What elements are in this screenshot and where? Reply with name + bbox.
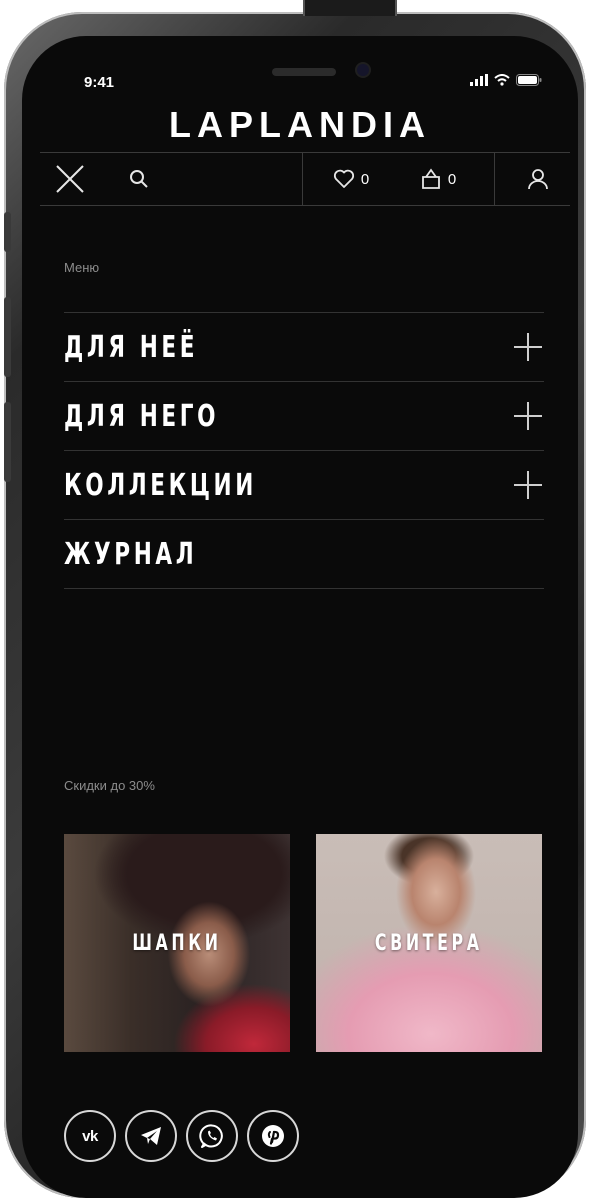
search-icon	[130, 170, 148, 188]
mute-switch	[4, 212, 11, 252]
screen: 9:41 LAPLANDIA 0 0 Меню ДЛЯ НЕЁ ДЛЯ НЕГО…	[22, 36, 578, 1198]
promo-card-title: СВИТЕРА	[375, 930, 483, 956]
menu-item-label: КОЛЛЕКЦИИ	[64, 467, 257, 503]
volume-up-button	[4, 297, 11, 377]
status-icons	[470, 74, 542, 86]
menu-list: ДЛЯ НЕЁ ДЛЯ НЕГО КОЛЛЕКЦИИ ЖУРНАЛ	[64, 312, 544, 589]
telegram-icon	[141, 1127, 161, 1145]
nav-divider	[302, 153, 303, 205]
pinterest-link[interactable]	[247, 1110, 299, 1162]
front-camera	[357, 64, 369, 76]
close-icon	[56, 165, 84, 193]
menu-item-label: ДЛЯ НЕЁ	[64, 329, 199, 365]
vk-link[interactable]: vk	[64, 1110, 116, 1162]
promo-card-hats[interactable]: ШАПКИ	[64, 834, 290, 1052]
nav-divider	[494, 153, 495, 205]
promo-card-title: ШАПКИ	[132, 930, 222, 956]
status-time: 9:41	[84, 74, 115, 91]
bag-icon	[421, 168, 440, 189]
battery-icon	[516, 74, 542, 86]
menu-item-label: ЖУРНАЛ	[64, 536, 198, 572]
favorites-button[interactable]: 0	[316, 153, 386, 205]
cart-count: 0	[447, 170, 457, 188]
header-toolbar: 0 0	[40, 152, 570, 206]
signal-icon	[470, 74, 488, 86]
close-menu-button[interactable]	[44, 153, 96, 205]
social-links: vk	[64, 1110, 299, 1162]
menu-item-journal[interactable]: ЖУРНАЛ	[64, 520, 544, 589]
phone-frame: 9:41 LAPLANDIA 0 0 Меню ДЛЯ НЕЁ ДЛЯ НЕГО…	[4, 12, 586, 1198]
cart-button[interactable]: 0	[400, 153, 476, 205]
plus-icon[interactable]	[514, 402, 542, 430]
wifi-icon	[494, 74, 510, 86]
menu-item-collections[interactable]: КОЛЛЕКЦИИ	[64, 451, 544, 520]
telegram-link[interactable]	[125, 1110, 177, 1162]
vk-icon: vk	[82, 1127, 98, 1145]
whatsapp-link[interactable]	[186, 1110, 238, 1162]
menu-label: Меню	[64, 260, 100, 275]
search-button[interactable]	[118, 153, 160, 205]
menu-item-label: ДЛЯ НЕГО	[64, 398, 220, 434]
favorites-count: 0	[360, 170, 370, 188]
pinterest-icon	[262, 1125, 284, 1147]
heart-icon	[333, 169, 354, 188]
plus-icon[interactable]	[514, 333, 542, 361]
account-button[interactable]	[512, 153, 564, 205]
promo-card-sweaters[interactable]: СВИТЕРА	[316, 834, 542, 1052]
menu-item-for-her[interactable]: ДЛЯ НЕЁ	[64, 313, 544, 382]
phone-top-stub	[303, 0, 397, 16]
brand-logo[interactable]: LAPLANDIA	[22, 104, 578, 146]
whatsapp-icon	[199, 1124, 223, 1148]
user-icon	[528, 169, 548, 190]
plus-icon[interactable]	[514, 471, 542, 499]
speaker-grille	[272, 68, 336, 76]
sale-label: Скидки до 30%	[64, 778, 155, 793]
menu-item-for-him[interactable]: ДЛЯ НЕГО	[64, 382, 544, 451]
volume-down-button	[4, 402, 11, 482]
